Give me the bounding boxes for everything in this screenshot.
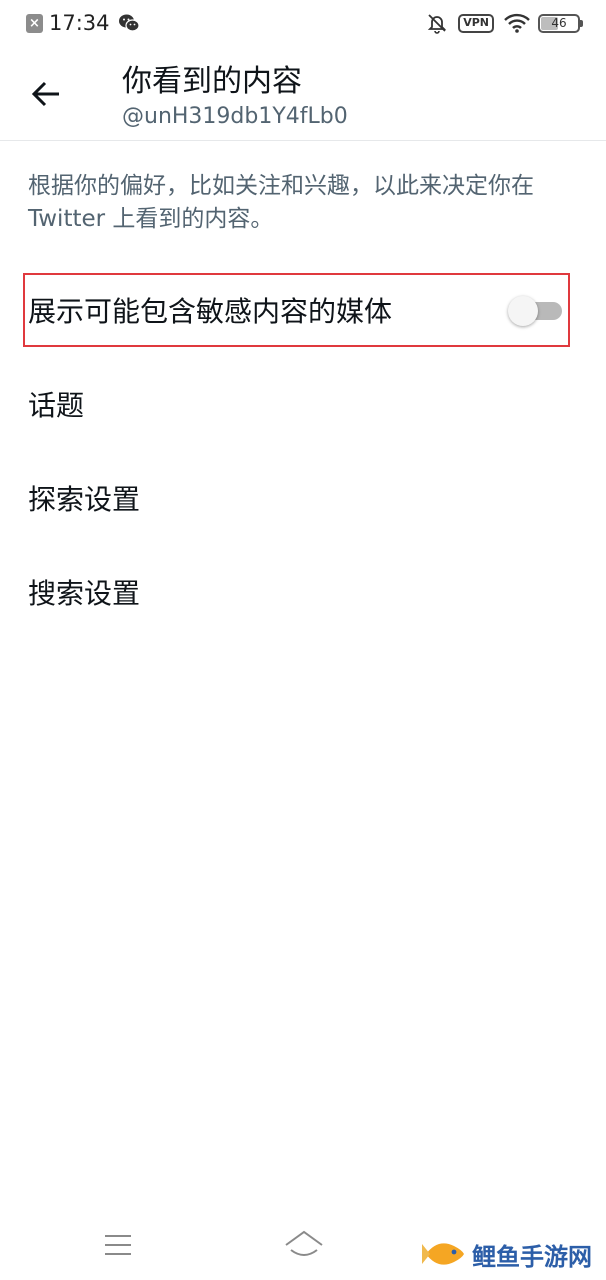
back-button[interactable] <box>26 74 66 114</box>
watermark: 鲤鱼手游网 <box>420 1232 592 1276</box>
header: 你看到的内容 @unH319db1Y4fLb0 <box>0 46 606 141</box>
menu-icon[interactable] <box>103 1230 133 1260</box>
home-icon[interactable] <box>283 1228 325 1262</box>
arrow-left-icon <box>31 81 59 107</box>
fish-logo-icon <box>422 1243 464 1265</box>
toggle-thumb <box>508 296 538 326</box>
blocked-notification-icon: × <box>26 13 43 33</box>
search-label: 搜索设置 <box>28 577 141 610</box>
wifi-icon <box>504 13 530 33</box>
topics-label: 话题 <box>28 389 85 422</box>
sensitive-media-toggle[interactable] <box>508 296 562 326</box>
bell-off-icon <box>428 14 447 34</box>
status-left: × 17:34 <box>26 10 140 36</box>
battery-level: 46 <box>551 16 567 30</box>
vpn-badge: VPN <box>458 13 494 33</box>
status-right: VPN 46 <box>426 10 583 36</box>
settings-item-search[interactable]: 搜索设置 <box>0 556 606 628</box>
settings-item-explore[interactable]: 探索设置 <box>0 462 606 534</box>
battery-icon: 46 <box>538 13 583 33</box>
status-bar: × 17:34 VPN 46 <box>0 0 606 46</box>
sensitive-media-label: 展示可能包含敏感内容的媒体 <box>28 295 393 328</box>
account-handle: @unH319db1Y4fLb0 <box>122 104 348 129</box>
settings-item-topics[interactable]: 话题 <box>0 368 606 440</box>
page-title: 你看到的内容 <box>122 64 302 99</box>
explore-label: 探索设置 <box>28 483 141 516</box>
status-time: 17:34 <box>49 11 110 35</box>
description-text: 根据你的偏好，比如关注和兴趣，以此来决定你在 Twitter 上看到的内容。 <box>28 173 534 232</box>
watermark-text: 鲤鱼手游网 <box>472 1242 592 1271</box>
wechat-icon <box>118 14 140 32</box>
